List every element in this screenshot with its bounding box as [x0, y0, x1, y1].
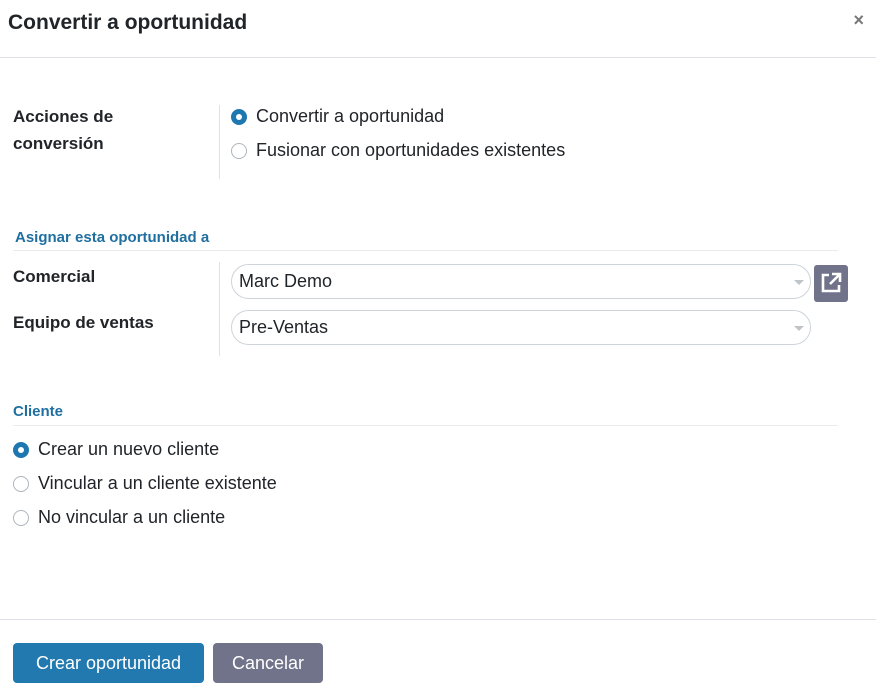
radio-create-customer[interactable]: Crear un nuevo cliente	[13, 439, 219, 460]
radio-button-checked[interactable]	[231, 108, 247, 125]
customer-section-divider	[13, 425, 838, 426]
radio-button[interactable]	[231, 142, 247, 159]
chevron-down-icon	[794, 326, 804, 331]
radio-label: Convertir a oportunidad	[256, 106, 445, 126]
radio-link-existing-customer[interactable]: Vincular a un cliente existente	[13, 473, 277, 494]
salesperson-select[interactable]: Marc Demo	[231, 264, 811, 299]
close-icon[interactable]: ×	[853, 10, 864, 30]
radio-merge-opportunities[interactable]: Fusionar con oportunidades existentes	[231, 140, 565, 161]
external-link-icon	[821, 272, 842, 293]
radio-label: Crear un nuevo cliente	[38, 439, 220, 459]
radio-button[interactable]	[13, 475, 29, 492]
radio-label: No vincular a un cliente	[38, 507, 226, 527]
dialog-header: Convertir a oportunidad ×	[0, 0, 876, 58]
sales-team-label: Equipo de ventas	[13, 313, 154, 332]
assign-section-title: Asignar esta oportunidad a	[15, 229, 210, 246]
convert-dialog: Convertir a oportunidad × Acciones de co…	[0, 0, 876, 699]
radio-button[interactable]	[13, 509, 29, 526]
dialog-title: Convertir a oportunidad	[8, 11, 248, 34]
conversion-actions-label: Acciones de conversión	[13, 107, 114, 153]
conversion-separator	[219, 105, 220, 179]
assign-section-divider	[13, 250, 838, 251]
radio-label: Vincular a un cliente existente	[38, 473, 277, 493]
radio-label: Fusionar con oportunidades existentes	[256, 140, 566, 160]
salesperson-value: Marc Demo	[239, 271, 333, 291]
sales-team-select[interactable]: Pre-Ventas	[231, 310, 811, 345]
create-opportunity-button[interactable]: Crear oportunidad	[13, 643, 204, 683]
radio-no-customer[interactable]: No vincular a un cliente	[13, 507, 225, 528]
radio-convert-to-opportunity[interactable]: Convertir a oportunidad	[231, 106, 444, 127]
footer-divider	[0, 619, 876, 620]
sales-team-value: Pre-Ventas	[239, 317, 329, 337]
customer-section-title: Cliente	[13, 403, 64, 420]
chevron-down-icon	[794, 280, 804, 285]
radio-button-checked[interactable]	[13, 441, 29, 458]
cancel-button[interactable]: Cancelar	[213, 643, 323, 683]
assign-separator	[219, 262, 220, 356]
external-link-button[interactable]	[814, 265, 848, 302]
salesperson-label: Comercial	[13, 267, 96, 286]
